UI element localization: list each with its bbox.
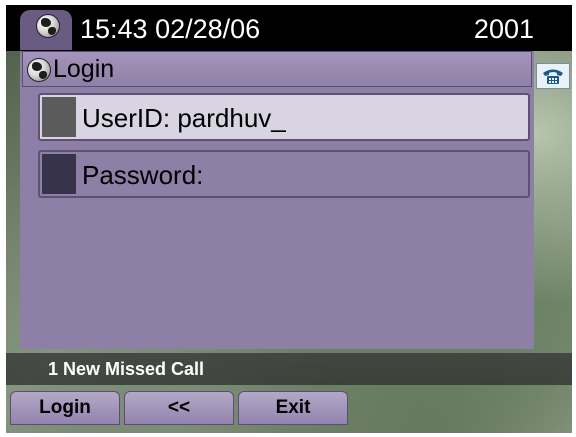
status-message: 1 New Missed Call bbox=[48, 359, 205, 379]
password-field[interactable]: Password: bbox=[38, 150, 530, 198]
field-indicator bbox=[42, 154, 76, 194]
userid-field-text: UserID: pardhuv_ bbox=[82, 103, 286, 133]
line-button[interactable] bbox=[536, 63, 570, 89]
exit-softkey[interactable]: Exit bbox=[238, 391, 348, 425]
header-datetime: 15:43 02/28/06 bbox=[80, 14, 261, 44]
status-bar: 1 New Missed Call bbox=[6, 353, 572, 385]
login-softkey[interactable]: Login bbox=[10, 391, 120, 425]
back-softkey[interactable]: << bbox=[124, 391, 234, 425]
field-indicator bbox=[42, 97, 76, 137]
password-field-text: Password: bbox=[82, 160, 204, 190]
panel-title: Login bbox=[53, 55, 115, 83]
header-tab bbox=[20, 10, 72, 50]
panel-title-bar: Login bbox=[22, 51, 532, 87]
phone-icon bbox=[543, 69, 563, 84]
userid-field[interactable]: UserID: pardhuv_ bbox=[38, 93, 530, 141]
phone-screen: 15:43 02/28/06 2001 Login UserID: pardhu… bbox=[6, 5, 572, 433]
globe-icon bbox=[27, 58, 51, 82]
header-extension: 2001 bbox=[473, 14, 534, 44]
header-bar: 15:43 02/28/06 2001 bbox=[6, 5, 572, 51]
globe-icon bbox=[36, 14, 60, 38]
